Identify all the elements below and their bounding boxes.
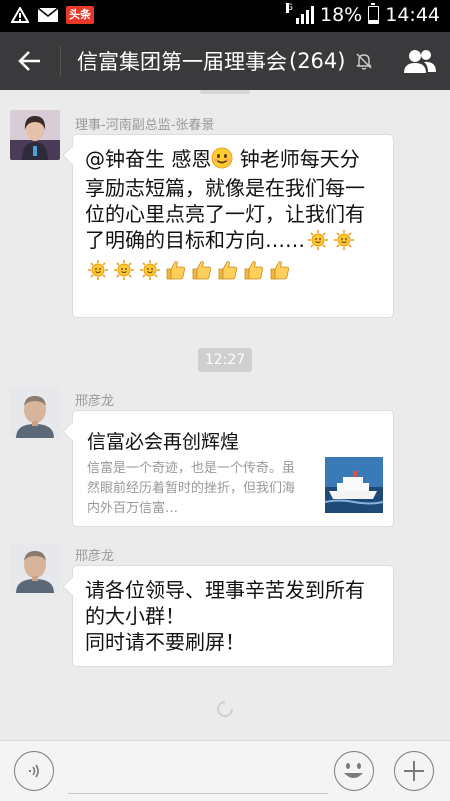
message-text: @钟奋生 感恩 钟老师每天分享励志短篇，就像是在我们每一位的心里点亮了一灯，让我… [73, 135, 393, 297]
clock: 14:44 [385, 4, 440, 26]
warning-icon [10, 6, 30, 24]
signal-icon: G [286, 3, 314, 24]
previous-message-edge [200, 90, 250, 94]
message-text-part: @钟奋生 感恩 [85, 147, 212, 171]
voice-icon [29, 764, 39, 778]
thumbs-up-emoji-icon [269, 259, 291, 287]
header-divider [60, 46, 61, 76]
voice-button[interactable] [14, 751, 54, 791]
message-bubble[interactable]: @钟奋生 感恩 钟老师每天分享励志短篇，就像是在我们每一位的心里点亮了一灯，让我… [72, 134, 394, 318]
sun-emoji-icon [307, 229, 329, 257]
mail-icon [38, 6, 58, 24]
chat-title: 信富集团第一届理事会 (264) [77, 46, 390, 76]
avatar[interactable] [10, 543, 60, 593]
thumbs-up-emoji-icon [191, 259, 213, 287]
battery-icon [368, 3, 380, 24]
sun-emoji-icon [333, 229, 355, 257]
chat-header: 信富集团第一届理事会 (264) [0, 32, 450, 90]
sun-emoji-icon [87, 259, 109, 287]
smile-emoji-icon [211, 147, 233, 175]
network-type: G [286, 3, 293, 13]
group-name: 信富集团第一届理事会 [77, 50, 287, 74]
link-description: 信富是一个奇迹，也是一个传奇。虽然眼前经历着暂时的挫折，但我们海内外百万信富… [87, 461, 296, 516]
message-text: 请各位领导、理事辛苦发到所有的大小群！ 同时请不要刷屏！ [85, 578, 365, 654]
loading-spinner-icon [216, 700, 234, 722]
message-bubble[interactable]: 请各位领导、理事辛苦发到所有的大小群！ 同时请不要刷屏！ [72, 565, 394, 667]
message-list[interactable]: 理事-河南副总监-张春景 @钟奋生 感恩 钟老师每天分享励志短篇，就像是在我们每… [0, 90, 450, 740]
sender-name: 邢彦龙 [75, 394, 115, 409]
link-thumbnail [325, 457, 383, 513]
back-button[interactable] [0, 32, 60, 90]
sender-name: 邢彦龙 [75, 549, 115, 564]
thumbs-up-emoji-icon [217, 259, 239, 287]
link-title: 信富必会再创辉煌 [87, 431, 240, 453]
input-bar [0, 740, 450, 801]
back-arrow-icon [18, 51, 40, 71]
members-button[interactable] [390, 32, 450, 90]
sun-emoji-icon [113, 259, 135, 287]
members-icon [404, 50, 436, 73]
thumbs-up-emoji-icon [243, 259, 265, 287]
mute-icon [355, 52, 373, 70]
message-input[interactable] [68, 755, 328, 794]
status-bar: 头条 G 18% 14:44 [0, 0, 450, 32]
member-count: (264) [289, 49, 346, 73]
emoji-button[interactable] [334, 751, 374, 791]
toutiao-app-icon: 头条 [66, 6, 94, 24]
sender-name: 理事-河南副总监-张春景 [75, 118, 215, 133]
sun-emoji-icon [139, 259, 161, 287]
battery-percent: 18% [320, 4, 363, 26]
avatar[interactable] [10, 110, 60, 160]
link-card[interactable]: 信富必会再创辉煌 信富是一个奇迹，也是一个传奇。虽然眼前经历着暂时的挫折，但我们… [72, 410, 394, 527]
more-button[interactable] [394, 751, 434, 791]
emoji-icon [344, 763, 363, 778]
thumbs-up-emoji-icon [165, 259, 187, 287]
avatar[interactable] [10, 388, 60, 438]
plus-icon [404, 761, 424, 781]
timestamp: 12:27 [198, 348, 252, 372]
